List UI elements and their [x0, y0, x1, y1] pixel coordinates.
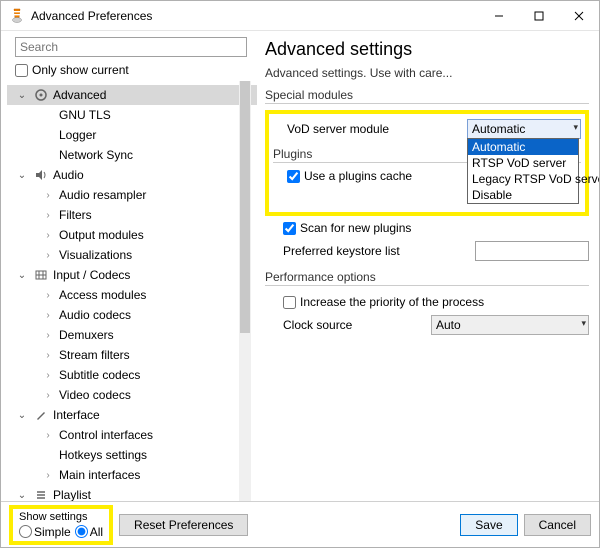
tree-logger[interactable]: Logger: [7, 125, 257, 145]
tree-filters[interactable]: ›Filters: [7, 205, 257, 225]
app-icon: [9, 8, 25, 24]
page-subtext: Advanced settings. Use with care...: [265, 66, 589, 80]
show-settings-label: Show settings: [19, 511, 103, 523]
use-plugins-cache-label: Use a plugins cache: [304, 169, 412, 183]
scan-new-plugins-label: Scan for new plugins: [300, 221, 411, 235]
tree-main-interfaces[interactable]: ›Main interfaces: [7, 465, 257, 485]
tree-visualizations[interactable]: ›Visualizations: [7, 245, 257, 265]
expand-icon[interactable]: ⌄: [15, 90, 29, 101]
chevron-right-icon[interactable]: ›: [41, 470, 55, 481]
vod-server-combo[interactable]: Automatic ▾: [467, 119, 581, 139]
expand-icon[interactable]: ⌄: [15, 170, 29, 181]
tree-subtitle-codecs[interactable]: ›Subtitle codecs: [7, 365, 257, 385]
radio-simple[interactable]: Simple: [19, 525, 71, 539]
preferred-keystore-label: Preferred keystore list: [269, 244, 475, 258]
scan-new-plugins-checkbox[interactable]: [283, 222, 296, 235]
chevron-right-icon[interactable]: ›: [41, 330, 55, 341]
search-input[interactable]: [15, 37, 247, 57]
expand-icon[interactable]: ⌄: [15, 410, 29, 421]
tree-audio-codecs[interactable]: ›Audio codecs: [7, 305, 257, 325]
left-panel: Only show current ⌄ Advanced GNU TLS Log…: [1, 31, 257, 501]
use-plugins-cache-checkbox[interactable]: [287, 170, 300, 183]
clock-source-combo[interactable]: Auto ▾: [431, 315, 589, 335]
chevron-right-icon[interactable]: ›: [41, 290, 55, 301]
speaker-icon: [33, 167, 49, 183]
chevron-right-icon[interactable]: ›: [41, 190, 55, 201]
cancel-button[interactable]: Cancel: [524, 514, 591, 536]
vod-dropdown-list[interactable]: Automatic RTSP VoD server Legacy RTSP Vo…: [467, 138, 579, 204]
tree-audio-resampler[interactable]: ›Audio resampler: [7, 185, 257, 205]
chevron-right-icon[interactable]: ›: [41, 210, 55, 221]
increase-priority-checkbox[interactable]: [283, 296, 296, 309]
vod-option-disable[interactable]: Disable: [468, 187, 578, 203]
highlight-show-settings: Show settings Simple All: [9, 505, 113, 545]
chevron-right-icon[interactable]: ›: [41, 430, 55, 441]
tree-video-codecs[interactable]: ›Video codecs: [7, 385, 257, 405]
expand-icon[interactable]: ⌄: [15, 270, 29, 281]
playlist-icon: [33, 487, 49, 501]
tree-gnu-tls[interactable]: GNU TLS: [7, 105, 257, 125]
tree-access-modules[interactable]: ›Access modules: [7, 285, 257, 305]
tree-hotkeys-settings[interactable]: Hotkeys settings: [7, 445, 257, 465]
minimize-button[interactable]: [479, 1, 519, 31]
maximize-button[interactable]: [519, 1, 559, 31]
chevron-right-icon[interactable]: ›: [41, 350, 55, 361]
tree-control-interfaces[interactable]: ›Control interfaces: [7, 425, 257, 445]
chevron-right-icon[interactable]: ›: [41, 370, 55, 381]
vod-label: VoD server module: [273, 122, 467, 136]
category-tree[interactable]: ⌄ Advanced GNU TLS Logger Network Sync ⌄…: [7, 81, 257, 501]
right-panel: Advanced settings Advanced settings. Use…: [257, 31, 599, 501]
codec-icon: [33, 267, 49, 283]
chevron-right-icon[interactable]: ›: [41, 310, 55, 321]
tree-playlist[interactable]: ⌄ Playlist: [7, 485, 257, 501]
chevron-right-icon[interactable]: ›: [41, 230, 55, 241]
chevron-right-icon[interactable]: ›: [41, 250, 55, 261]
tree-stream-filters[interactable]: ›Stream filters: [7, 345, 257, 365]
tree-advanced[interactable]: ⌄ Advanced: [7, 85, 257, 105]
tree-interface[interactable]: ⌄ Interface: [7, 405, 257, 425]
tree-input-codecs[interactable]: ⌄ Input / Codecs: [7, 265, 257, 285]
save-button[interactable]: Save: [460, 514, 517, 536]
chevron-right-icon[interactable]: ›: [41, 390, 55, 401]
window-title: Advanced Preferences: [31, 9, 479, 23]
only-show-current-label: Only show current: [32, 63, 129, 77]
close-button[interactable]: [559, 1, 599, 31]
expand-icon[interactable]: ⌄: [15, 490, 29, 501]
vod-option-rtsp[interactable]: RTSP VoD server: [468, 155, 578, 171]
chevron-down-icon: ▾: [573, 122, 578, 133]
tree-audio[interactable]: ⌄ Audio: [7, 165, 257, 185]
gear-icon: [33, 87, 49, 103]
section-special-modules: Special modules: [265, 88, 589, 104]
clock-source-label: Clock source: [269, 318, 431, 332]
brush-icon: [33, 407, 49, 423]
radio-all[interactable]: All: [75, 525, 103, 539]
clock-source-value: Auto: [436, 318, 461, 332]
preferred-keystore-input[interactable]: [475, 241, 589, 261]
tree-scrollbar[interactable]: [239, 81, 251, 501]
vod-option-legacy[interactable]: Legacy RTSP VoD server: [468, 171, 578, 187]
only-show-current-checkbox[interactable]: [15, 64, 28, 77]
scrollbar-thumb[interactable]: [240, 81, 250, 333]
tree-network-sync[interactable]: Network Sync: [7, 145, 257, 165]
preferences-window: Advanced Preferences Only show current ⌄…: [0, 0, 600, 548]
tree-demuxers[interactable]: ›Demuxers: [7, 325, 257, 345]
section-performance: Performance options: [265, 270, 589, 286]
vod-option-automatic[interactable]: Automatic: [468, 139, 578, 155]
footer: Show settings Simple All Reset Preferenc…: [1, 501, 599, 547]
chevron-down-icon: ▾: [581, 318, 586, 329]
page-heading: Advanced settings: [265, 39, 589, 60]
titlebar: Advanced Preferences: [1, 1, 599, 31]
increase-priority-label: Increase the priority of the process: [300, 295, 484, 309]
highlight-special-modules: VoD server module Automatic ▾ Plugins Us…: [265, 110, 589, 216]
tree-output-modules[interactable]: ›Output modules: [7, 225, 257, 245]
vod-combo-value: Automatic: [472, 122, 525, 136]
reset-preferences-button[interactable]: Reset Preferences: [119, 514, 248, 536]
